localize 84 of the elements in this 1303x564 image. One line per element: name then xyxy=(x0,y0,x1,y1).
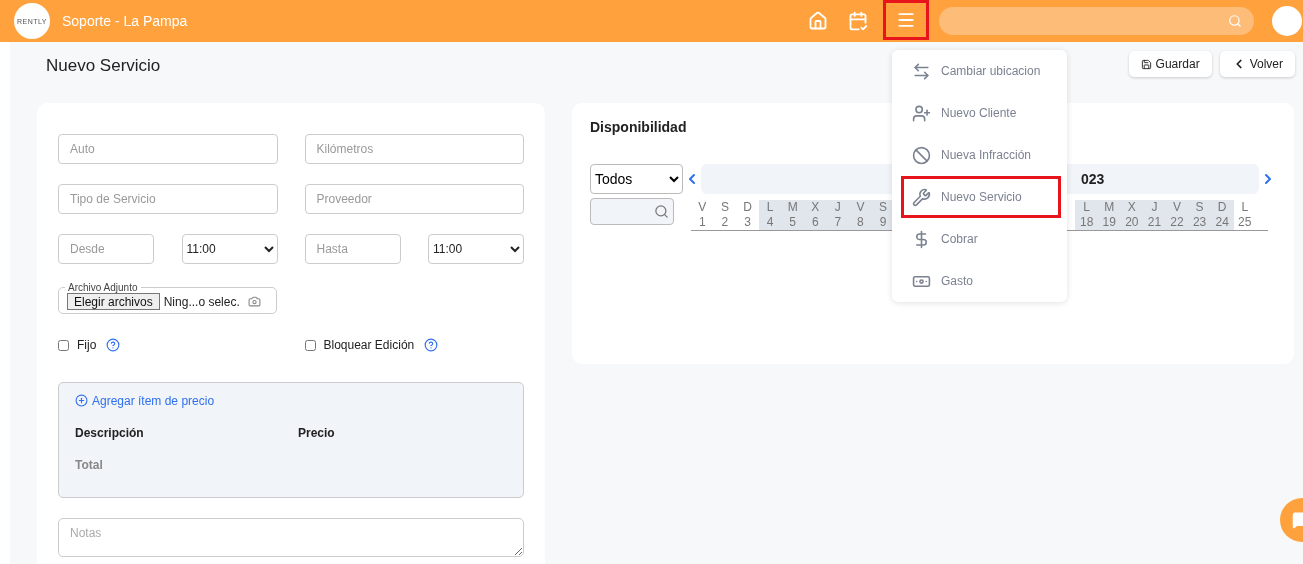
weekday-label: S xyxy=(1195,200,1204,215)
weekday-label: D xyxy=(1217,200,1227,215)
checkbox-label: Fijo xyxy=(77,338,97,352)
user-plus-icon xyxy=(912,103,931,123)
time-select[interactable]: 11:00 xyxy=(181,234,278,264)
menu-icon xyxy=(896,10,916,30)
day-number: 7 xyxy=(834,215,842,230)
day-number: 20 xyxy=(1125,215,1139,230)
day-number: 21 xyxy=(1147,215,1162,230)
day-number: 9 xyxy=(879,215,887,230)
menu-button[interactable] xyxy=(883,0,929,40)
checkbox-label: Bloquear Edición xyxy=(323,338,415,352)
input-field[interactable]: Desde xyxy=(58,234,154,264)
search-field[interactable] xyxy=(939,7,1254,35)
back-button[interactable]: Volver xyxy=(1219,51,1295,77)
search-field[interactable] xyxy=(590,198,674,225)
add-price-item-link[interactable]: Agregar ítem de precio xyxy=(75,393,215,408)
ban-icon xyxy=(912,145,931,165)
weekday-label: M xyxy=(1104,200,1115,215)
weekday-label: D xyxy=(743,200,752,215)
column-header: Descripción xyxy=(75,426,145,440)
arrows-icon xyxy=(912,61,931,81)
day-number: 6 xyxy=(811,215,819,230)
weekday-label: V xyxy=(1173,200,1181,215)
search-icon xyxy=(1228,14,1242,28)
day-number: 19 xyxy=(1102,215,1116,230)
checkbox[interactable] xyxy=(58,339,69,351)
menu-item[interactable]: Nueva Infracción xyxy=(901,134,1061,176)
app-title: Soporte - La Pampa xyxy=(62,13,188,29)
weekday-label: V xyxy=(856,200,865,215)
day-number: 2 xyxy=(721,215,729,230)
weekday-label: S xyxy=(879,200,888,215)
input-field[interactable]: Tipo de Servicio xyxy=(58,184,278,214)
day-number: 24 xyxy=(1215,215,1229,230)
menu-item[interactable]: Nuevo Cliente xyxy=(901,92,1061,134)
checkbox[interactable] xyxy=(304,339,316,351)
day-number: 25 xyxy=(1238,215,1252,230)
input-field[interactable]: Proveedor xyxy=(304,184,524,214)
input-field[interactable]: Kilómetros xyxy=(304,134,524,164)
weekday-label: X xyxy=(811,200,820,215)
save-icon xyxy=(1140,58,1152,70)
day-number: 22 xyxy=(1170,215,1184,230)
day-number: 5 xyxy=(789,215,796,230)
month-label: 023 xyxy=(1081,171,1105,187)
weekday-label: L xyxy=(1241,200,1249,215)
weekday-label: L xyxy=(1083,200,1090,215)
day-number: 8 xyxy=(857,215,864,230)
save-button[interactable]: Guardar xyxy=(1128,51,1212,77)
menu-item[interactable]: Gasto xyxy=(901,260,1061,302)
wrench-icon xyxy=(912,187,931,207)
menu-item[interactable]: Nuevo Servicio xyxy=(901,176,1061,218)
file-status: Ning...o selec. xyxy=(163,294,240,309)
notes-field[interactable]: Notas xyxy=(58,518,524,557)
help-icon[interactable] xyxy=(106,338,121,352)
weekday-label: V xyxy=(698,200,707,215)
day-number: 1 xyxy=(698,215,706,230)
choose-files-button[interactable]: Elegir archivos xyxy=(67,293,160,310)
help-icon[interactable] xyxy=(424,338,439,352)
file-field[interactable]: Archivo Adjunto Elegir archivos Ning...o selec. xyxy=(58,282,277,314)
weekday-label: X xyxy=(1127,200,1136,215)
input-field[interactable]: Auto xyxy=(58,134,278,164)
menu-item[interactable]: Cobrar xyxy=(901,218,1061,260)
page-title: Nuevo Servicio xyxy=(46,56,161,76)
calendar-icon xyxy=(848,11,868,31)
weekday-label: M xyxy=(787,200,798,215)
weekday-label: S xyxy=(720,200,729,215)
section-title: Disponibilidad xyxy=(590,119,688,135)
search-icon xyxy=(654,204,669,219)
day-number: 3 xyxy=(744,215,751,230)
plus-circle-icon xyxy=(75,394,88,407)
total-label: Total xyxy=(75,458,104,472)
home-icon xyxy=(808,11,828,31)
day-number: 4 xyxy=(766,215,774,230)
input-field[interactable]: Hasta xyxy=(304,234,401,264)
weekday-label: J xyxy=(834,200,841,215)
day-number: 23 xyxy=(1192,215,1207,230)
camera-icon xyxy=(247,295,261,308)
weekday-label: L xyxy=(766,200,774,215)
time-select[interactable]: 11:00 xyxy=(428,234,524,264)
menu-item[interactable]: Cambiar ubicacion xyxy=(901,50,1061,92)
filter-select[interactable]: Todos xyxy=(590,164,683,194)
weekday-label: J xyxy=(1151,200,1158,215)
column-header: Precio xyxy=(298,426,336,440)
day-number: 18 xyxy=(1079,215,1094,230)
